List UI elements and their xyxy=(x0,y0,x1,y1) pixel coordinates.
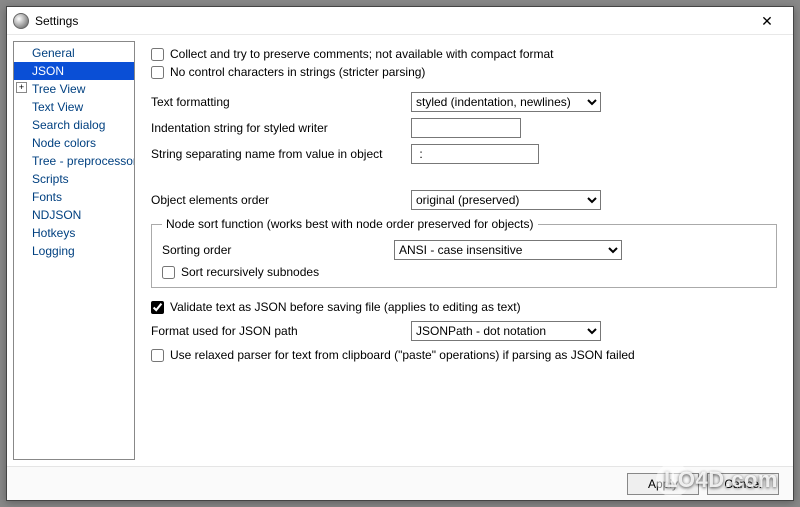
dialog-footer: Apply Cancel xyxy=(7,466,793,500)
sidebar-item-json[interactable]: JSON xyxy=(14,62,134,80)
no-control-chars-label: No control characters in strings (strict… xyxy=(170,65,425,79)
sort-function-group: Node sort function (works best with node… xyxy=(151,217,777,288)
sorting-order-label: Sorting order xyxy=(162,243,394,257)
text-formatting-label: Text formatting xyxy=(151,95,411,109)
validate-before-save-checkbox[interactable] xyxy=(151,301,164,314)
json-path-format-select[interactable]: JSONPath - dot notation xyxy=(411,321,601,341)
elements-order-select[interactable]: original (preserved) xyxy=(411,190,601,210)
category-tree[interactable]: GeneralJSONTree View+Text ViewSearch dia… xyxy=(13,41,135,460)
relaxed-parser-label: Use relaxed parser for text from clipboa… xyxy=(170,348,635,362)
sort-function-legend: Node sort function (works best with node… xyxy=(162,217,538,231)
app-icon xyxy=(13,13,29,29)
window-title: Settings xyxy=(35,14,747,28)
sidebar-item-text-view[interactable]: Text View xyxy=(14,98,134,116)
sorting-order-select[interactable]: ANSI - case insensitive xyxy=(394,240,622,260)
sidebar-item-tree-view[interactable]: Tree View+ xyxy=(14,80,134,98)
json-path-format-label: Format used for JSON path xyxy=(151,324,411,338)
sidebar-item-general[interactable]: General xyxy=(14,44,134,62)
tree-expander-icon[interactable]: + xyxy=(16,82,27,93)
sidebar-item-tree-preprocessor[interactable]: Tree - preprocessor xyxy=(14,152,134,170)
sidebar-item-logging[interactable]: Logging xyxy=(14,242,134,260)
indent-string-input[interactable] xyxy=(411,118,521,138)
name-value-sep-label: String separating name from value in obj… xyxy=(151,147,411,161)
relaxed-parser-checkbox[interactable] xyxy=(151,349,164,362)
indent-string-label: Indentation string for styled writer xyxy=(151,121,411,135)
no-control-chars-checkbox[interactable] xyxy=(151,66,164,79)
preserve-comments-label: Collect and try to preserve comments; no… xyxy=(170,47,554,61)
sidebar-item-node-colors[interactable]: Node colors xyxy=(14,134,134,152)
name-value-sep-input[interactable] xyxy=(411,144,539,164)
cancel-button[interactable]: Cancel xyxy=(707,473,779,495)
elements-order-label: Object elements order xyxy=(151,193,411,207)
sidebar-item-fonts[interactable]: Fonts xyxy=(14,188,134,206)
sidebar-item-search-dialog[interactable]: Search dialog xyxy=(14,116,134,134)
sidebar-item-ndjson[interactable]: NDJSON xyxy=(14,206,134,224)
sort-recursive-label: Sort recursively subnodes xyxy=(181,265,319,279)
titlebar: Settings ✕ xyxy=(7,7,793,35)
settings-window: Settings ✕ GeneralJSONTree View+Text Vie… xyxy=(6,6,794,501)
apply-button[interactable]: Apply xyxy=(627,473,699,495)
text-formatting-select[interactable]: styled (indentation, newlines) xyxy=(411,92,601,112)
sort-recursive-checkbox[interactable] xyxy=(162,266,175,279)
close-button[interactable]: ✕ xyxy=(747,8,787,34)
dialog-body: GeneralJSONTree View+Text ViewSearch dia… xyxy=(7,35,793,466)
sidebar-item-hotkeys[interactable]: Hotkeys xyxy=(14,224,134,242)
validate-before-save-label: Validate text as JSON before saving file… xyxy=(170,300,521,314)
settings-pane: Collect and try to preserve comments; no… xyxy=(141,41,787,460)
preserve-comments-checkbox[interactable] xyxy=(151,48,164,61)
sidebar-item-scripts[interactable]: Scripts xyxy=(14,170,134,188)
